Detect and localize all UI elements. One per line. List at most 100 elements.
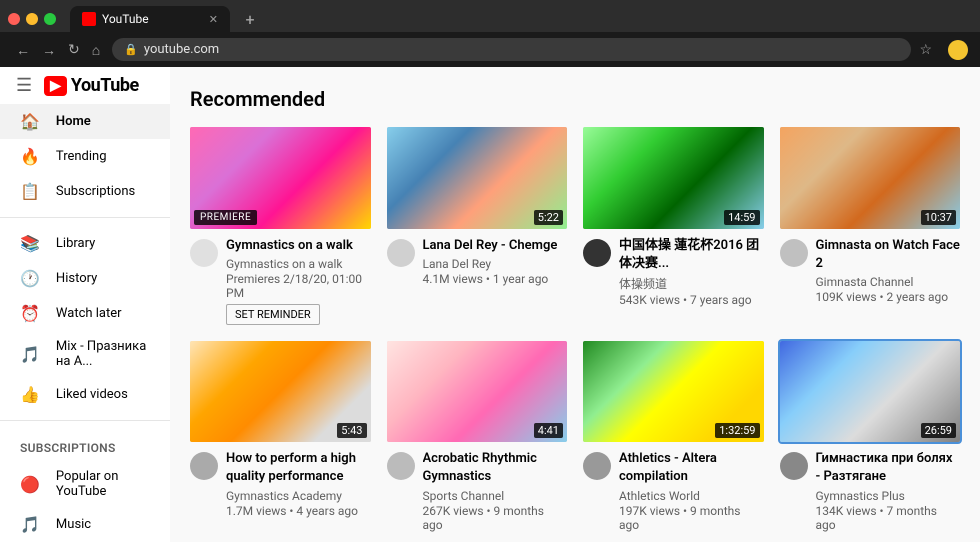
video-card[interactable]: 4:41 Acrobatic Rhythmic Gymnastics Sport… <box>387 341 568 532</box>
sidebar-divider-2 <box>0 420 170 421</box>
channel-avatar <box>583 452 611 480</box>
hamburger-menu-btn[interactable]: ☰ <box>16 75 32 96</box>
sidebar-item-trending-label: Trending <box>56 149 107 164</box>
trending-icon: 🔥 <box>20 147 40 166</box>
sidebar-item-mix-label: Mix - Празника на А... <box>56 339 150 369</box>
sidebar-item-library-label: Library <box>56 236 95 251</box>
channel-avatar <box>387 239 415 267</box>
video-card[interactable]: 26:59 Гимнастика при болях - Разтягане G… <box>780 341 961 532</box>
video-card[interactable]: 5:43 How to perform a high quality perfo… <box>190 341 371 532</box>
active-tab[interactable]: YouTube ✕ <box>70 6 230 32</box>
video-info: Acrobatic Rhythmic Gymnastics Sports Cha… <box>387 450 568 531</box>
video-stats: 134K views • 7 months ago <box>816 504 961 532</box>
video-channel: Lana Del Rey <box>423 257 568 271</box>
watch-later-icon: ⏰ <box>20 304 40 323</box>
video-thumbnail: 4:41 <box>387 341 568 443</box>
video-title: Гимнастика при болях - Разтягане <box>816 450 961 486</box>
sidebar-item-music[interactable]: 🎵 Music <box>0 507 170 542</box>
music-icon: 🎵 <box>20 515 40 534</box>
video-channel: Gymnastics Plus <box>816 489 961 503</box>
video-info: Gymnastics on a walk Gymnastics on a wal… <box>190 237 371 325</box>
minimize-window-btn[interactable] <box>26 13 38 25</box>
video-stats: 1.7M views • 4 years ago <box>226 504 371 518</box>
video-card[interactable]: 5:22 Lana Del Rey - Chemge Lana Del Rey … <box>387 127 568 325</box>
tab-title: YouTube <box>102 12 149 26</box>
back-btn[interactable]: ← <box>12 39 34 60</box>
video-title: Gymnastics on a walk <box>226 237 371 255</box>
video-thumbnail: 10:37 <box>780 127 961 229</box>
sidebar-item-popular-label: Popular on YouTube <box>56 469 150 499</box>
video-stats: 4.1M views • 1 year ago <box>423 272 568 286</box>
video-info: Gimnasta on Watch Face 2 Gimnasta Channe… <box>780 237 961 304</box>
video-title: 中国体操 蓮花杯2016 团体决赛... <box>619 237 764 273</box>
premiere-badge: PREMIERE <box>194 210 257 225</box>
video-stats: 109K views • 2 years ago <box>816 290 961 304</box>
duration-badge: 14:59 <box>724 210 759 225</box>
subscriptions-section-label: SUBSCRIPTIONS <box>0 429 170 461</box>
sidebar-item-mix[interactable]: 🎵 Mix - Празника на А... <box>0 331 170 377</box>
video-meta: Gimnasta on Watch Face 2 Gimnasta Channe… <box>816 237 961 304</box>
video-info: How to perform a high quality performanc… <box>190 450 371 517</box>
mix-icon: 🎵 <box>20 345 40 364</box>
close-window-btn[interactable] <box>8 13 20 25</box>
video-info: Athletics - Altera compilation Athletics… <box>583 450 764 531</box>
channel-avatar <box>190 452 218 480</box>
forward-btn[interactable]: → <box>38 39 60 60</box>
sidebar-item-liked-label: Liked videos <box>56 387 128 402</box>
sidebar-item-popular[interactable]: 🔴 Popular on YouTube <box>0 461 170 507</box>
video-card[interactable]: 1:32:59 Athletics - Altera compilation A… <box>583 341 764 532</box>
video-meta: Гимнастика при болях - Разтягане Gymnast… <box>816 450 961 531</box>
video-stats: 197K views • 9 months ago <box>619 504 764 532</box>
video-thumbnail: PREMIERE <box>190 127 371 229</box>
browser-profile-icon[interactable] <box>948 40 968 60</box>
sidebar-item-subscriptions[interactable]: 📋 Subscriptions <box>0 174 170 209</box>
url-bar[interactable]: 🔒 youtube.com <box>112 38 911 61</box>
video-title: Athletics - Altera compilation <box>619 450 764 486</box>
video-card[interactable]: 14:59 中国体操 蓮花杯2016 团体决赛... 体操频道 543K vie… <box>583 127 764 325</box>
sidebar-item-history-label: History <box>56 271 97 286</box>
video-meta: Athletics - Altera compilation Athletics… <box>619 450 764 531</box>
sidebar-item-library[interactable]: 📚 Library <box>0 226 170 261</box>
duration-badge: 4:41 <box>534 423 563 438</box>
tab-bar: YouTube ✕ + <box>0 0 980 32</box>
videos-grid: PREMIERE Gymnastics on a walk Gymnastics… <box>190 127 960 532</box>
sidebar-header: ☰ ▶ YouTube <box>0 75 170 104</box>
sidebar-item-subscriptions-label: Subscriptions <box>56 184 135 199</box>
sidebar-item-watch-later[interactable]: ⏰ Watch later <box>0 296 170 331</box>
youtube-logo[interactable]: ▶ YouTube <box>44 75 139 96</box>
video-channel: Gimnasta Channel <box>816 275 961 289</box>
video-title: Gimnasta on Watch Face 2 <box>816 237 961 273</box>
main-content: Recommended PREMIERE Gymnastics on a wal… <box>170 67 980 542</box>
video-info: 中国体操 蓮花杯2016 团体决赛... 体操频道 543K views • 7… <box>583 237 764 307</box>
new-tab-btn[interactable]: + <box>238 7 262 31</box>
sidebar-item-home[interactable]: 🏠 Home <box>0 104 170 139</box>
duration-badge: 5:22 <box>534 210 563 225</box>
set-reminder-btn[interactable]: SET REMINDER <box>226 304 320 325</box>
video-meta: 中国体操 蓮花杯2016 团体决赛... 体操频道 543K views • 7… <box>619 237 764 307</box>
video-channel: Gymnastics Academy <box>226 489 371 503</box>
sidebar-item-home-label: Home <box>56 114 91 129</box>
youtube-app: ☰ ▶ YouTube 🏠 Home 🔥 Trending 📋 Subscrip… <box>0 67 980 542</box>
url-text: youtube.com <box>144 42 219 57</box>
sidebar: ☰ ▶ YouTube 🏠 Home 🔥 Trending 📋 Subscrip… <box>0 67 170 542</box>
video-stats: 267K views • 9 months ago <box>423 504 568 532</box>
video-title: Acrobatic Rhythmic Gymnastics <box>423 450 568 486</box>
channel-avatar <box>190 239 218 267</box>
tab-close-btn[interactable]: ✕ <box>209 13 218 26</box>
sidebar-item-trending[interactable]: 🔥 Trending <box>0 139 170 174</box>
browser-chrome: YouTube ✕ + ← → ↻ ⌂ 🔒 youtube.com ☆ <box>0 0 980 67</box>
video-card[interactable]: PREMIERE Gymnastics on a walk Gymnastics… <box>190 127 371 325</box>
sidebar-item-history[interactable]: 🕐 History <box>0 261 170 296</box>
browser-actions <box>948 40 968 60</box>
page-title: Recommended <box>190 87 960 111</box>
bookmark-icon[interactable]: ☆ <box>919 42 932 58</box>
video-card[interactable]: 10:37 Gimnasta on Watch Face 2 Gimnasta … <box>780 127 961 325</box>
video-title: How to perform a high quality performanc… <box>226 450 371 486</box>
sidebar-item-liked[interactable]: 👍 Liked videos <box>0 377 170 412</box>
video-stats: 543K views • 7 years ago <box>619 293 764 307</box>
video-thumbnail: 5:43 <box>190 341 371 443</box>
maximize-window-btn[interactable] <box>44 13 56 25</box>
duration-badge: 1:32:59 <box>715 423 759 438</box>
home-btn[interactable]: ⌂ <box>88 39 104 60</box>
reload-btn[interactable]: ↻ <box>64 39 84 60</box>
